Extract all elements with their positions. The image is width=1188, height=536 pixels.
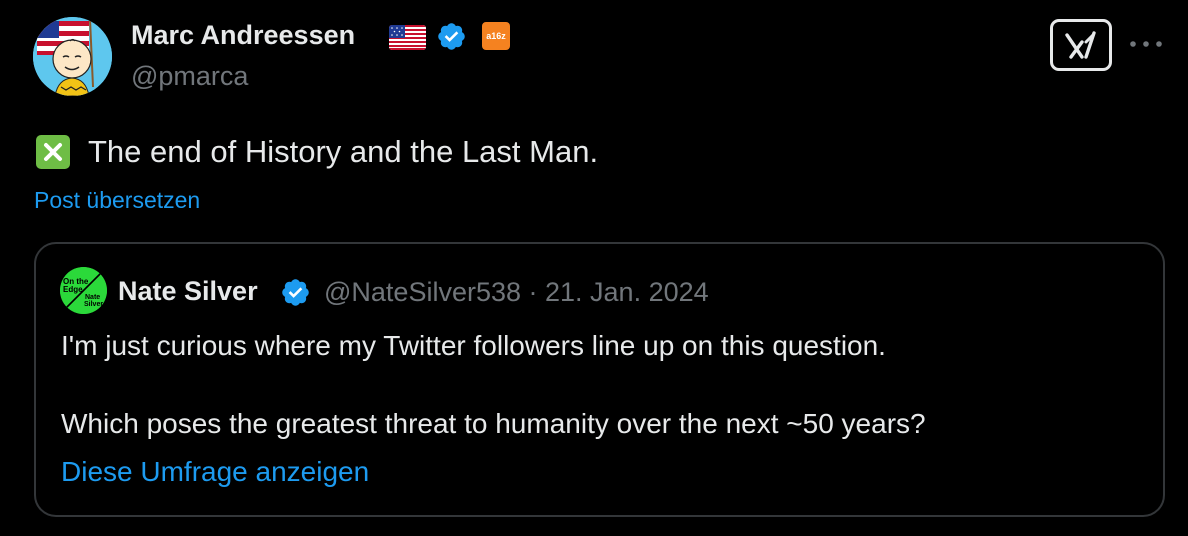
author-avatar[interactable] bbox=[33, 17, 112, 96]
verified-badge-icon[interactable] bbox=[280, 277, 311, 308]
cross-mark-icon bbox=[36, 135, 70, 169]
grok-icon bbox=[1065, 31, 1096, 59]
verified-badge-icon[interactable] bbox=[436, 21, 467, 52]
post-text-content: The end of History and the Last Man. bbox=[88, 134, 599, 169]
quote-author-name[interactable]: Nate Silver bbox=[118, 276, 258, 307]
quote-text-line1: I'm just curious where my Twitter follow… bbox=[61, 330, 886, 361]
avatar-illustration bbox=[33, 17, 112, 96]
grok-button[interactable] bbox=[1050, 19, 1112, 71]
quoted-post-card[interactable]: On the Edge Nate Silver Nate Silver @Nat… bbox=[34, 242, 1165, 517]
quote-meta[interactable]: @NateSilver538 · 21. Jan. 2024 bbox=[324, 277, 709, 308]
post-text: The end of History and the Last Man. bbox=[36, 134, 598, 170]
quote-author-avatar[interactable]: On the Edge Nate Silver bbox=[60, 267, 107, 314]
more-icon bbox=[1130, 41, 1162, 47]
translate-post-link[interactable]: Post übersetzen bbox=[34, 187, 200, 214]
us-flag-icon bbox=[389, 25, 426, 50]
author-handle[interactable]: @pmarca bbox=[131, 61, 248, 92]
on-the-edge-logo: On the Edge Nate Silver bbox=[60, 267, 107, 314]
affiliate-badge-a16z[interactable]: a16z bbox=[482, 22, 510, 50]
avatar-text-3: Nate bbox=[85, 294, 100, 301]
author-name[interactable]: Marc Andreessen bbox=[131, 20, 355, 51]
avatar-text-4: Silver bbox=[84, 301, 103, 308]
show-poll-link[interactable]: Diese Umfrage anzeigen bbox=[61, 456, 369, 488]
more-options-button[interactable] bbox=[1128, 30, 1164, 58]
avatar-text-2: Edge bbox=[63, 285, 83, 294]
quote-text-line2: Which poses the greatest threat to human… bbox=[61, 408, 926, 439]
